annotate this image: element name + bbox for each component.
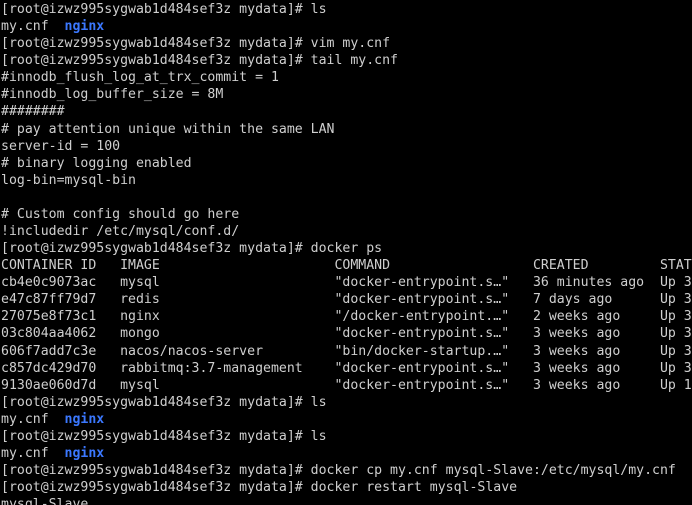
ls-gap: [49, 19, 65, 34]
output-text: #innodb_flush_log_at_trx_commit = 1: [1, 70, 279, 86]
output-text: log-bin=mysql-bin: [1, 172, 136, 188]
ls-output-line: my.cnf nginx: [1, 18, 692, 35]
docker-ps-row: e47c87ff79d7 redis "docker-entrypoint.s……: [1, 291, 692, 308]
terminal-output-line: #innodb_log_buffer_size = 8M: [1, 86, 692, 103]
shell-prompt: [root@izwz995sygwab1d484sef3z mydata]#: [1, 2, 311, 17]
terminal-output-line: # Custom config should go here: [1, 206, 692, 223]
output-text: #innodb_log_buffer_size = 8M: [1, 87, 224, 103]
output-text: ########: [1, 104, 65, 120]
docker-ps-header: CONTAINER ID IMAGE COMMAND CREATED STATU…: [1, 257, 692, 274]
shell-command: tail my.cnf: [310, 53, 398, 69]
output-text: mysql-Slave: [1, 497, 89, 505]
file-entry: my.cnf: [1, 446, 49, 462]
docker-ps-row: 9130ae060d7d mysql "docker-entrypoint.s……: [1, 377, 692, 394]
docker-ps-row: 606f7add7c3e nacos/nacos-server "bin/doc…: [1, 343, 692, 360]
output-text: # pay attention unique within the same L…: [1, 121, 335, 137]
shell-command: docker ps: [310, 241, 383, 257]
output-text: e47c87ff79d7 redis "docker-entrypoint.s……: [1, 292, 692, 308]
ls-output-line: my.cnf nginx: [1, 411, 692, 428]
output-text: cb4e0c9073ac mysql "docker-entrypoint.s……: [1, 275, 692, 291]
terminal-prompt-line: [root@izwz995sygwab1d484sef3z mydata]# d…: [1, 462, 692, 479]
output-text: 03c804aa4062 mongo "docker-entrypoint.s……: [1, 326, 692, 342]
output-text: # binary logging enabled: [1, 155, 192, 171]
shell-prompt: [root@izwz995sygwab1d484sef3z mydata]#: [1, 241, 311, 257]
docker-ps-row: cb4e0c9073ac mysql "docker-entrypoint.s……: [1, 274, 692, 291]
terminal-prompt-line: [root@izwz995sygwab1d484sef3z mydata]# d…: [1, 479, 692, 496]
shell-prompt: [root@izwz995sygwab1d484sef3z mydata]#: [1, 394, 311, 410]
directory-entry: nginx: [64, 411, 105, 427]
terminal-prompt-line: [root@izwz995sygwab1d484sef3z mydata]# d…: [1, 240, 692, 257]
output-text: !includedir /etc/mysql/conf.d/: [1, 224, 240, 240]
output-text: server-id = 100: [1, 138, 121, 154]
shell-command: ls: [310, 428, 327, 444]
terminal-output-line: ########: [1, 103, 692, 120]
directory-entry: nginx: [64, 19, 105, 35]
shell-prompt: [root@izwz995sygwab1d484sef3z mydata]#: [1, 463, 311, 479]
shell-command: ls: [310, 2, 327, 17]
directory-entry: nginx: [64, 446, 105, 462]
terminal-prompt-line: [root@izwz995sygwab1d484sef3z mydata]# l…: [1, 1, 692, 18]
output-text: 606f7add7c3e nacos/nacos-server "bin/doc…: [1, 343, 692, 359]
terminal-output-line: # binary logging enabled: [1, 155, 692, 172]
docker-ps-row: c857dc429d70 rabbitmq:3.7-management "do…: [1, 360, 692, 377]
docker-ps-row: 27075e8f73c1 nginx "/docker-entrypoint.……: [1, 308, 692, 325]
terminal-screen[interactable]: [root@izwz995sygwab1d484sef3z mydata]# l…: [0, 0, 692, 505]
shell-command: ls: [310, 394, 327, 410]
ls-output-line: my.cnf nginx: [1, 445, 692, 462]
shell-prompt: [root@izwz995sygwab1d484sef3z mydata]#: [1, 36, 311, 52]
shell-prompt: [root@izwz995sygwab1d484sef3z mydata]#: [1, 480, 311, 496]
terminal-output-line: log-bin=mysql-bin: [1, 172, 692, 189]
ls-gap: [49, 412, 65, 427]
output-text: 9130ae060d7d mysql "docker-entrypoint.s……: [1, 377, 692, 393]
docker-ps-row: 03c804aa4062 mongo "docker-entrypoint.s……: [1, 325, 692, 342]
terminal-prompt-line: [root@izwz995sygwab1d484sef3z mydata]# v…: [1, 35, 692, 52]
terminal-output-line: #innodb_flush_log_at_trx_commit = 1: [1, 69, 692, 86]
output-text: c857dc429d70 rabbitmq:3.7-management "do…: [1, 360, 692, 376]
output-text: CONTAINER ID IMAGE COMMAND CREATED STATU…: [1, 258, 692, 274]
output-text: # Custom config should go here: [1, 206, 240, 222]
terminal-output-line: !includedir /etc/mysql/conf.d/: [1, 223, 692, 240]
ls-gap: [49, 446, 65, 461]
terminal-prompt-line: [root@izwz995sygwab1d484sef3z mydata]# l…: [1, 428, 692, 445]
output-text: 27075e8f73c1 nginx "/docker-entrypoint.……: [1, 309, 692, 325]
terminal-output-line: # pay attention unique within the same L…: [1, 121, 692, 138]
file-entry: my.cnf: [1, 411, 49, 427]
terminal-output-line: server-id = 100: [1, 138, 692, 155]
shell-prompt: [root@izwz995sygwab1d484sef3z mydata]#: [1, 53, 311, 69]
shell-command: docker cp my.cnf mysql-Slave:/etc/mysql/…: [310, 463, 676, 479]
file-entry: my.cnf: [1, 19, 49, 35]
terminal-prompt-line: [root@izwz995sygwab1d484sef3z mydata]# t…: [1, 52, 692, 69]
shell-command: vim my.cnf: [310, 36, 391, 52]
shell-command: docker restart mysql-Slave: [310, 480, 518, 496]
terminal-output-line: mysql-Slave: [1, 496, 692, 505]
terminal-prompt-line: [root@izwz995sygwab1d484sef3z mydata]# l…: [1, 394, 692, 411]
shell-prompt: [root@izwz995sygwab1d484sef3z mydata]#: [1, 428, 311, 444]
terminal-window[interactable]: [root@izwz995sygwab1d484sef3z mydata]# l…: [0, 0, 692, 505]
